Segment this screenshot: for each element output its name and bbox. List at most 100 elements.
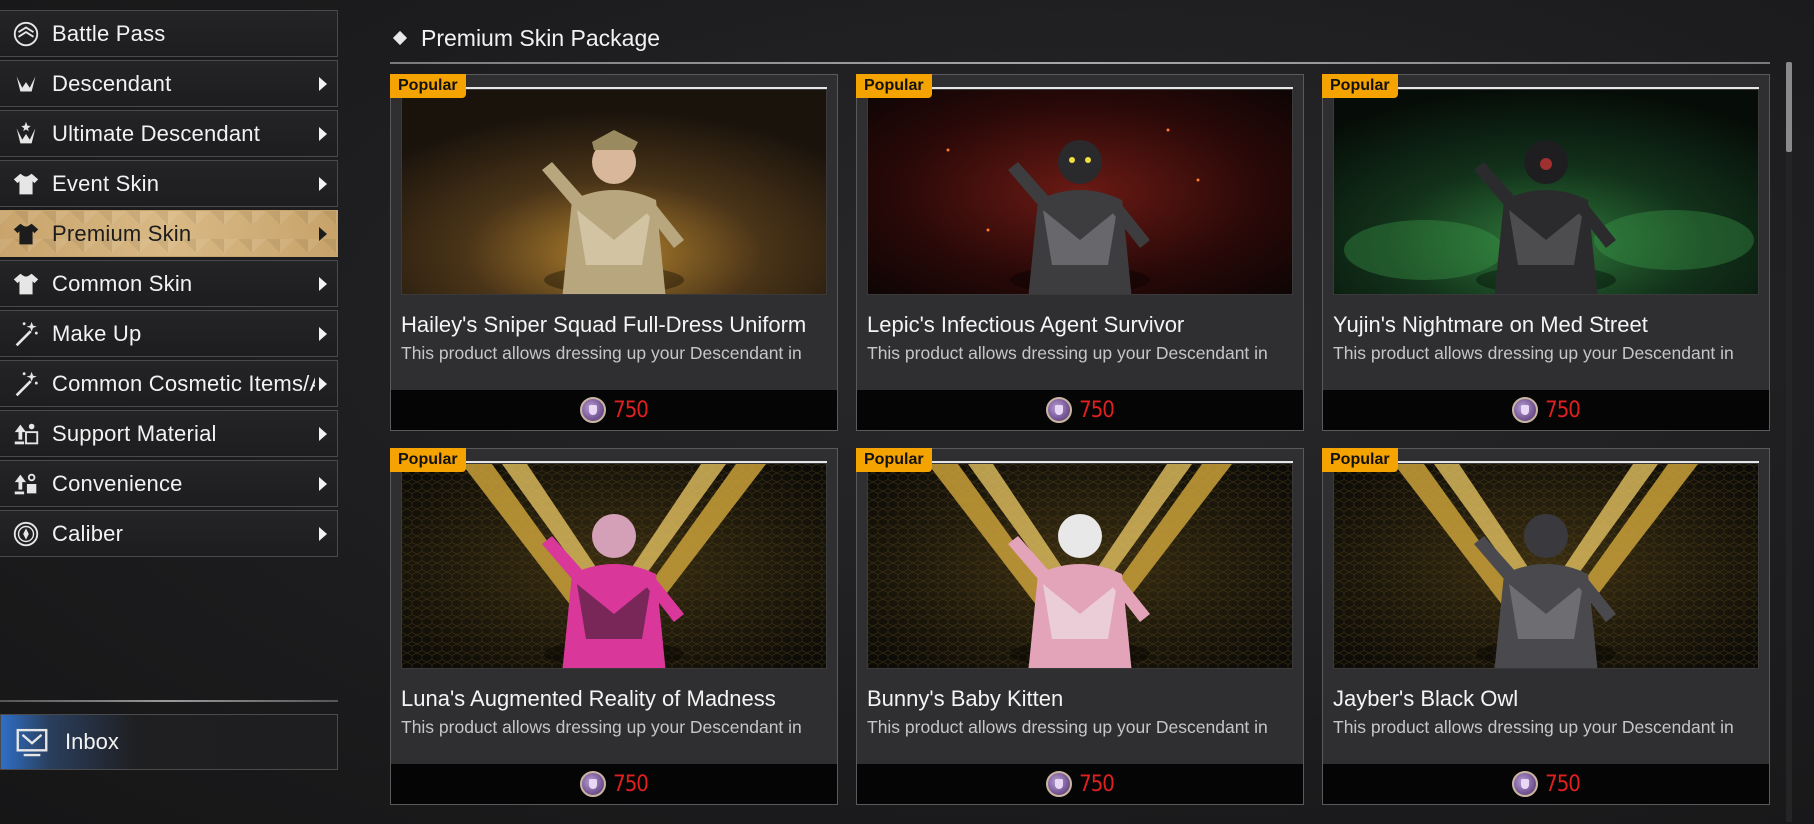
magic-wand-icon	[9, 317, 43, 351]
product-card[interactable]: Popular Hailey's Sniper Squad Full-Dress…	[390, 74, 838, 431]
product-price: 750	[1545, 397, 1581, 423]
sidebar-item-label: Common Skin	[52, 270, 193, 296]
popular-badge: Popular	[390, 448, 466, 472]
product-thumbnail	[1333, 89, 1759, 295]
caliber-coin-icon	[1512, 771, 1539, 797]
scrollbar-thumb[interactable]	[1786, 62, 1792, 152]
product-thumbnail	[401, 89, 827, 295]
chevron-right-icon	[319, 526, 327, 541]
product-name: Hailey's Sniper Squad Full-Dress Uniform	[401, 312, 807, 337]
section-title: Premium Skin Package	[421, 24, 661, 51]
product-name: Luna's Augmented Reality of Madness	[401, 686, 776, 711]
sidebar-item-ultimate-descendant[interactable]: Ultimate Descendant	[0, 110, 338, 157]
inbox-button[interactable]: Inbox	[0, 714, 338, 770]
sidebar-item-label: Caliber	[52, 520, 124, 546]
inbox-icon	[13, 723, 51, 761]
card-top-rule	[1393, 87, 1759, 89]
sidebar-item-common-skin[interactable]: Common Skin	[0, 260, 338, 307]
product-card[interactable]: Popular Yujin's Nightmare on Med Street …	[1322, 74, 1770, 431]
product-description: This product allows dressing up your Des…	[867, 717, 1268, 737]
chevron-right-icon	[319, 176, 327, 191]
diamond-icon	[392, 30, 408, 46]
product-description: This product allows dressing up your Des…	[401, 717, 802, 737]
sidebar-item-label: Support Material	[52, 420, 217, 446]
sidebar-item-common-cosmetic-items-a[interactable]: Common Cosmetic Items/A	[0, 360, 338, 407]
product-card[interactable]: Popular Jayber's Black Owl This product …	[1322, 448, 1770, 805]
popular-badge: Popular	[1322, 74, 1398, 98]
price-bar: 750	[391, 764, 837, 804]
product-price: 750	[613, 397, 649, 423]
main-content: Premium Skin Package Popular Hailey's Sn…	[390, 0, 1784, 824]
shirt-icon	[9, 167, 43, 201]
caliber-coin-icon	[1512, 397, 1539, 423]
card-top-rule	[461, 461, 827, 463]
store-screen: Battle Pass Descendant Ultimate Descendant…	[0, 0, 1814, 824]
product-name: Jayber's Black Owl	[1333, 686, 1519, 711]
product-price: 750	[1079, 397, 1115, 423]
price-bar: 750	[1323, 764, 1769, 804]
price-bar: 750	[857, 390, 1303, 430]
sidebar-divider	[0, 700, 338, 702]
sidebar-item-convenience[interactable]: Convenience	[0, 460, 338, 507]
sidebar-item-label: Convenience	[52, 470, 183, 496]
caliber-icon	[9, 517, 43, 551]
popular-badge: Popular	[856, 448, 932, 472]
chevron-right-icon	[319, 276, 327, 291]
sidebar-item-label: Battle Pass	[52, 20, 166, 46]
sidebar-item-label: Event Skin	[52, 170, 160, 196]
product-thumbnail	[867, 89, 1293, 295]
sidebar-item-support-material[interactable]: Support Material	[0, 410, 338, 457]
convenience-icon	[9, 467, 43, 501]
sidebar-item-event-skin[interactable]: Event Skin	[0, 160, 338, 207]
sidebar-item-label: Ultimate Descendant	[52, 120, 261, 146]
support-material-icon	[9, 417, 43, 451]
card-top-rule	[927, 461, 1293, 463]
product-card[interactable]: Popular Lepic's Infectious Agent Survivo…	[856, 74, 1304, 431]
popular-badge: Popular	[390, 74, 466, 98]
product-thumbnail	[867, 463, 1293, 669]
product-description: This product allows dressing up your Des…	[401, 343, 802, 363]
section-divider	[390, 62, 1770, 64]
product-description: This product allows dressing up your Des…	[1333, 717, 1734, 737]
product-thumbnail	[1333, 463, 1759, 669]
product-card[interactable]: Popular Luna's Augmented Reality of Madn…	[390, 448, 838, 805]
card-top-rule	[927, 87, 1293, 89]
popular-badge: Popular	[856, 74, 932, 98]
sidebar-item-label: Make Up	[52, 320, 142, 346]
card-top-rule	[1393, 461, 1759, 463]
sidebar-item-premium-skin[interactable]: Premium Skin	[0, 210, 338, 257]
sidebar-item-label: Descendant	[52, 70, 172, 96]
chevron-right-icon	[319, 226, 327, 241]
chevron-right-icon	[319, 476, 327, 491]
battle-pass-icon	[9, 17, 43, 51]
price-bar: 750	[1323, 390, 1769, 430]
sidebar-item-caliber[interactable]: Caliber	[0, 510, 338, 557]
sidebar-item-label: Common Cosmetic Items/A	[52, 370, 315, 396]
scrollbar[interactable]	[1786, 62, 1792, 822]
ultimate-descendant-icon	[9, 117, 43, 151]
product-name: Yujin's Nightmare on Med Street	[1333, 312, 1648, 337]
sidebar-item-label: Premium Skin	[52, 220, 192, 246]
caliber-coin-icon	[580, 397, 607, 423]
product-price: 750	[1545, 771, 1581, 797]
product-name: Lepic's Infectious Agent Survivor	[867, 312, 1185, 337]
sidebar-item-battle-pass[interactable]: Battle Pass	[0, 10, 338, 57]
product-price: 750	[1079, 771, 1115, 797]
chevron-right-icon	[319, 426, 327, 441]
sidebar-item-make-up[interactable]: Make Up	[0, 310, 338, 357]
sidebar-item-descendant[interactable]: Descendant	[0, 60, 338, 107]
section-header: Premium Skin Package	[390, 18, 660, 58]
product-thumbnail	[401, 463, 827, 669]
price-bar: 750	[857, 764, 1303, 804]
product-name: Bunny's Baby Kitten	[867, 686, 1064, 711]
product-description: This product allows dressing up your Des…	[1333, 343, 1734, 363]
descendant-icon	[9, 67, 43, 101]
chevron-right-icon	[319, 326, 327, 341]
chevron-right-icon	[319, 76, 327, 91]
category-sidebar: Battle Pass Descendant Ultimate Descendant…	[0, 0, 340, 824]
card-top-rule	[461, 87, 827, 89]
shirt-icon	[9, 267, 43, 301]
price-bar: 750	[391, 390, 837, 430]
product-card[interactable]: Popular Bunny's Baby Kitten This product…	[856, 448, 1304, 805]
product-description: This product allows dressing up your Des…	[867, 343, 1268, 363]
